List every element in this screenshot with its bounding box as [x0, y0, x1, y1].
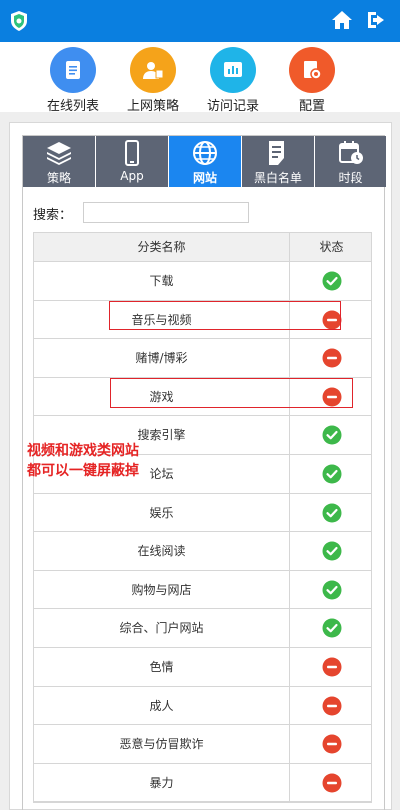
- category-name: 搜索引擎: [137, 428, 186, 443]
- blocked-minus-icon[interactable]: [322, 310, 342, 330]
- allowed-check-icon[interactable]: [322, 541, 342, 561]
- tab-label: 策略: [46, 171, 71, 185]
- search-label: 搜索：: [33, 208, 73, 223]
- nav-access-policy[interactable]: 上网策略: [113, 47, 193, 114]
- blocked-minus-icon[interactable]: [322, 657, 342, 677]
- home-icon[interactable]: [331, 9, 353, 31]
- blocked-minus-icon[interactable]: [322, 734, 342, 754]
- top-bar: [0, 0, 400, 42]
- status-toggle[interactable]: [290, 764, 373, 802]
- table-row: 色情: [34, 647, 373, 687]
- annotation-line: 都可以一键屏蔽掉: [27, 463, 139, 479]
- globe-icon: [193, 141, 217, 165]
- records-chart-icon: [210, 47, 256, 93]
- status-toggle[interactable]: [290, 725, 373, 763]
- status-toggle[interactable]: [290, 455, 373, 493]
- status-toggle[interactable]: [290, 301, 373, 339]
- phone-icon: [125, 140, 139, 166]
- allowed-check-icon[interactable]: [322, 580, 342, 600]
- category-name: 赌博/博彩: [135, 351, 188, 366]
- table-row: 游戏: [34, 377, 373, 417]
- nav-label: 访问记录: [206, 99, 259, 114]
- status-toggle[interactable]: [290, 378, 373, 416]
- tab-schedule[interactable]: 时段: [315, 136, 386, 187]
- category-name: 暴力: [149, 775, 174, 790]
- table-row: 音乐与视频: [34, 300, 373, 340]
- nav-label: 配置: [298, 99, 325, 114]
- policy-tabs: 策略 App 网站 黑白名单 时段: [23, 136, 386, 187]
- shield-logo-icon: [11, 11, 27, 31]
- tab-policy[interactable]: 策略: [23, 136, 95, 187]
- config-gear-icon: [289, 47, 335, 93]
- category-name: 在线阅读: [137, 544, 186, 559]
- table-row: 恶意与仿冒欺诈: [34, 725, 371, 764]
- category-name: 色情: [149, 659, 174, 674]
- tab-label: App: [120, 169, 144, 183]
- category-name: 娱乐: [149, 505, 174, 520]
- allowed-check-icon[interactable]: [322, 618, 342, 638]
- annotation-note: 视频和游戏类网站 都可以一键屏蔽掉: [27, 441, 139, 481]
- table-row: 购物与网店: [34, 570, 373, 610]
- status-toggle[interactable]: [290, 648, 373, 686]
- blocked-minus-icon[interactable]: [322, 387, 342, 407]
- table-row: 赌博/博彩: [34, 339, 371, 378]
- tab-label: 网站: [192, 171, 217, 185]
- nav-access-records[interactable]: 访问记录: [193, 47, 273, 114]
- table-row: 娱乐: [34, 493, 373, 533]
- status-toggle[interactable]: [290, 687, 373, 725]
- status-toggle[interactable]: [290, 494, 373, 532]
- table-row: 在线阅读: [34, 532, 371, 571]
- column-header-name: 分类名称: [137, 240, 186, 254]
- document-list-icon: [269, 141, 284, 165]
- main-nav: 在线列表 上网策略 访问记录 配置: [0, 42, 400, 114]
- status-toggle[interactable]: [290, 571, 373, 609]
- annotation-line: 视频和游戏类网站: [27, 443, 139, 459]
- search-input[interactable]: [83, 202, 249, 223]
- allowed-check-icon[interactable]: [322, 464, 342, 484]
- category-name: 成人: [149, 698, 174, 713]
- status-toggle[interactable]: [290, 262, 373, 300]
- nav-config[interactable]: 配置: [272, 47, 352, 114]
- category-name: 音乐与视频: [131, 312, 192, 327]
- allowed-check-icon[interactable]: [322, 425, 342, 445]
- blocked-minus-icon[interactable]: [322, 348, 342, 368]
- category-name: 下载: [149, 274, 174, 288]
- table-row: 暴力: [34, 763, 373, 803]
- nav-online-list[interactable]: 在线列表: [33, 47, 113, 114]
- calendar-clock-icon: [339, 141, 363, 164]
- logout-icon[interactable]: [365, 9, 387, 31]
- tab-label: 黑白名单: [253, 171, 302, 185]
- table-row: 下载: [34, 262, 371, 301]
- nav-label: 上网策略: [126, 99, 179, 114]
- table-header: 分类名称 状态: [34, 233, 371, 262]
- table-row: 综合、门户网站: [34, 609, 371, 648]
- tab-app[interactable]: App: [96, 136, 168, 187]
- column-header-status: 状态: [319, 240, 344, 254]
- status-toggle[interactable]: [290, 609, 373, 647]
- table-row: 成人: [34, 686, 373, 726]
- category-name: 恶意与仿冒欺诈: [119, 737, 204, 752]
- status-toggle[interactable]: [290, 416, 373, 454]
- status-toggle[interactable]: [290, 339, 373, 377]
- tab-label: 时段: [338, 171, 363, 185]
- status-toggle[interactable]: [290, 532, 373, 570]
- allowed-check-icon[interactable]: [322, 503, 342, 523]
- layers-icon: [47, 142, 71, 165]
- category-name: 综合、门户网站: [119, 621, 204, 636]
- category-name: 购物与网店: [131, 582, 192, 597]
- blocked-minus-icon[interactable]: [322, 773, 342, 793]
- category-table: 分类名称 状态 下载音乐与视频赌博/博彩游戏搜索引擎论坛娱乐在线阅读购物与网店综…: [33, 232, 373, 804]
- category-name: 论坛: [149, 466, 174, 481]
- user-policy-icon: [130, 47, 176, 93]
- tab-website[interactable]: 网站: [169, 136, 241, 187]
- nav-label: 在线列表: [46, 99, 99, 114]
- allowed-check-icon[interactable]: [322, 271, 342, 291]
- category-name: 游戏: [149, 389, 174, 404]
- online-list-icon: [50, 47, 96, 93]
- tab-blacklist[interactable]: 黑白名单: [242, 136, 314, 187]
- blocked-minus-icon[interactable]: [322, 696, 342, 716]
